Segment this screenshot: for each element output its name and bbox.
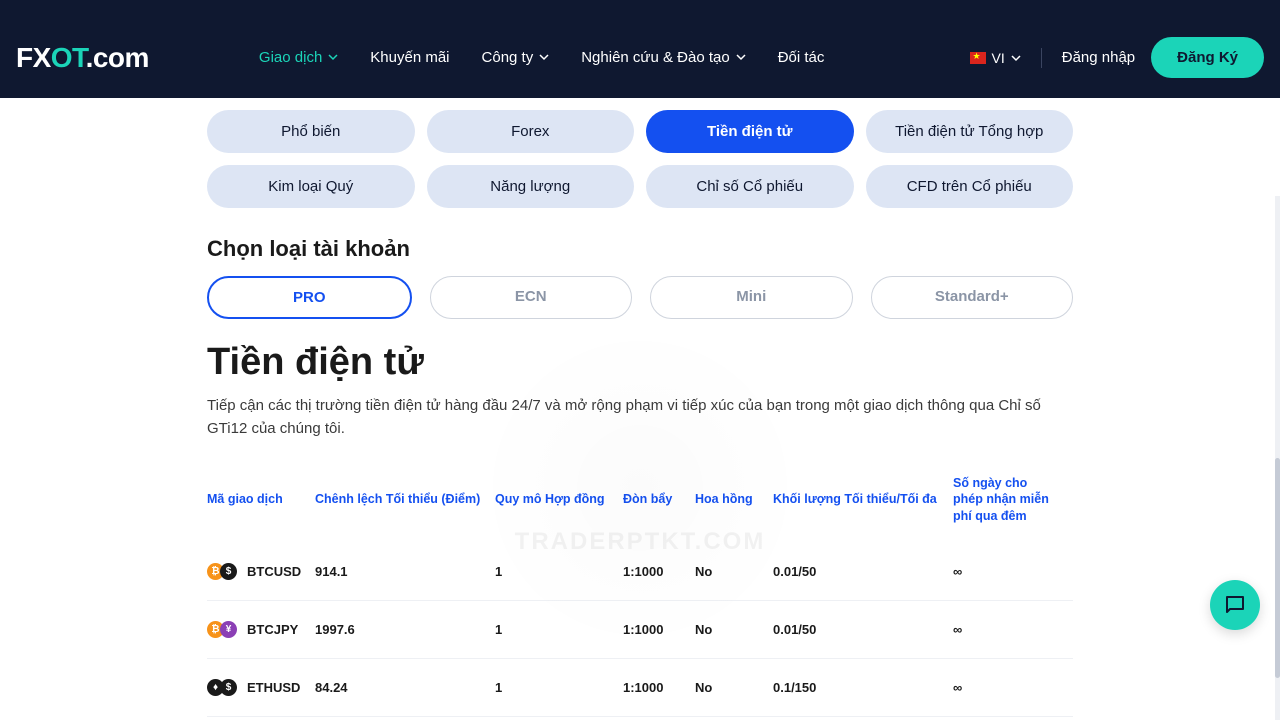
nav-item-3[interactable]: Nghiên cứu & Đào tạo (581, 49, 745, 66)
table-row[interactable]: ₿$ BTCUSD 914.111:1000No0.01/50∞ (207, 543, 1073, 601)
cell-contract: 1 (495, 564, 623, 579)
col-commission: Hoa hồng (695, 491, 773, 508)
nav-item-label: Nghiên cứu & Đào tạo (581, 49, 729, 66)
cell-swap: ∞ (953, 622, 1063, 637)
cell-swap: ∞ (953, 564, 1063, 579)
col-contract: Quy mô Hợp đồng (495, 491, 623, 508)
cell-spread: 914.1 (315, 564, 495, 579)
logo-ot: OT (51, 42, 86, 73)
nav-item-1[interactable]: Khuyến mãi (370, 49, 449, 66)
col-spread: Chênh lệch Tối thiểu (Điểm) (315, 491, 495, 508)
nav-item-label: Khuyến mãi (370, 49, 449, 66)
nav-item-label: Đối tác (778, 49, 825, 66)
nav-right: VI Đăng nhập Đăng Ký (970, 37, 1264, 78)
nav-item-2[interactable]: Công ty (482, 49, 550, 66)
chevron-down-icon (736, 49, 746, 66)
category-pill-3[interactable]: Tiền điện tử Tổng hợp (866, 110, 1074, 153)
nav-item-label: Công ty (482, 49, 534, 66)
account-type-row: PRO ECN Mini Standard+ (195, 276, 1085, 319)
nav-links: Giao dịch Khuyến mãi Công ty Nghiên cứu & Đ… (259, 49, 824, 66)
cell-lev: 1:1000 (623, 622, 695, 637)
logo[interactable]: FXOT.com (16, 42, 149, 74)
account-pill-0[interactable]: PRO (207, 276, 412, 319)
category-pill-1[interactable]: Forex (427, 110, 635, 153)
usd-icon: $ (220, 679, 237, 696)
nav-item-0[interactable]: Giao dịch (259, 49, 338, 66)
cell-spread: 84.24 (315, 680, 495, 695)
chevron-down-icon (539, 49, 549, 66)
cell-contract: 1 (495, 622, 623, 637)
logo-tail: .com (86, 42, 149, 73)
account-pill-2[interactable]: Mini (650, 276, 853, 319)
table-row[interactable]: ♦$ ETHUSD 84.2411:1000No0.1/150∞ (207, 659, 1073, 717)
col-volume: Khối lượng Tối thiểu/Tối đa (773, 491, 953, 508)
symbol-cell: ₿$ BTCUSD (207, 563, 315, 580)
category-pill-7[interactable]: CFD trên Cổ phiếu (866, 165, 1074, 208)
table-row[interactable]: ₿¥ BTCJPY 1997.611:1000No0.01/50∞ (207, 601, 1073, 659)
cell-comm: No (695, 680, 773, 695)
cell-lev: 1:1000 (623, 680, 695, 695)
category-pill-4[interactable]: Kim loại Quý (207, 165, 415, 208)
symbol-text: ETHUSD (247, 680, 300, 695)
category-pill-5[interactable]: Năng lượng (427, 165, 635, 208)
chevron-down-icon (328, 49, 338, 66)
col-symbol: Mã giao dịch (207, 491, 315, 508)
signup-button[interactable]: Đăng Ký (1151, 37, 1264, 78)
cell-spread: 1997.6 (315, 622, 495, 637)
coin-pair-icon: ₿¥ (207, 621, 237, 638)
cell-vol: 0.01/50 (773, 622, 953, 637)
coin-pair-icon: ₿$ (207, 563, 237, 580)
cell-comm: No (695, 622, 773, 637)
flag-icon (970, 52, 986, 64)
jpy-icon: ¥ (220, 621, 237, 638)
chat-icon (1223, 593, 1247, 617)
symbol-cell: ₿¥ BTCJPY (207, 621, 315, 638)
cell-vol: 0.01/50 (773, 564, 953, 579)
cell-swap: ∞ (953, 680, 1063, 695)
nav-item-4[interactable]: Đối tác (778, 49, 825, 66)
coin-pair-icon: ♦$ (207, 679, 237, 696)
category-pill-0[interactable]: Phổ biến (207, 110, 415, 153)
page-description: Tiếp cận các thị trường tiền điện tử hàn… (195, 394, 1055, 441)
cell-contract: 1 (495, 680, 623, 695)
cell-lev: 1:1000 (623, 564, 695, 579)
col-leverage: Đòn bẩy (623, 491, 695, 508)
col-swapfree: Số ngày cho phép nhận miễn phí qua đêm (953, 475, 1063, 526)
account-pill-1[interactable]: ECN (430, 276, 633, 319)
symbol-text: BTCUSD (247, 564, 301, 579)
navbar: FXOT.com Giao dịch Khuyến mãi Công ty Nghiê… (0, 0, 1280, 98)
logo-fx: FX (16, 42, 51, 73)
chevron-down-icon (1011, 50, 1021, 66)
login-link[interactable]: Đăng nhập (1062, 49, 1135, 66)
cell-vol: 0.1/150 (773, 680, 953, 695)
usd-icon: $ (220, 563, 237, 580)
language-selector[interactable]: VI (970, 50, 1021, 66)
nav-item-label: Giao dịch (259, 49, 322, 66)
symbol-text: BTCJPY (247, 622, 298, 637)
category-pill-2[interactable]: Tiền điện tử (646, 110, 854, 153)
main-container: TRADERPTKT.COM Phổ biếnForexTiền điện tử… (195, 98, 1085, 717)
instrument-table: Mã giao dịch Chênh lệch Tối thiểu (Điểm)… (195, 475, 1085, 718)
divider (1041, 48, 1042, 68)
chat-button[interactable] (1210, 580, 1260, 630)
symbol-cell: ♦$ ETHUSD (207, 679, 315, 696)
table-header: Mã giao dịch Chênh lệch Tối thiểu (Điểm)… (207, 475, 1073, 544)
account-pill-3[interactable]: Standard+ (871, 276, 1074, 319)
language-code: VI (992, 50, 1005, 66)
category-grid: Phổ biến Forex Tiền điện tử Tiền điện tử Tổ… (195, 110, 1085, 208)
account-section-title: Chọn loại tài khoản (207, 236, 1085, 262)
category-pill-6[interactable]: Chỉ số Cổ phiếu (646, 165, 854, 208)
cell-comm: No (695, 564, 773, 579)
page-title: Tiền điện tử (207, 341, 1085, 384)
scroll-thumb[interactable] (1275, 458, 1280, 678)
